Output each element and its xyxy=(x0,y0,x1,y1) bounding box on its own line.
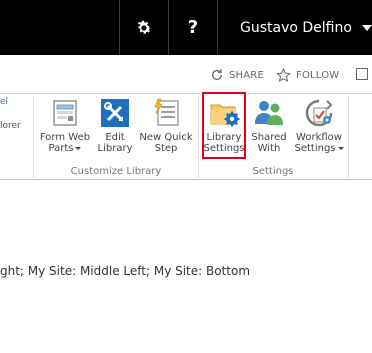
new-quick-step-icon xyxy=(154,98,179,126)
form-web-parts-icon xyxy=(53,100,77,126)
group-separator xyxy=(33,96,34,178)
chevron-down-icon xyxy=(337,146,344,150)
shared-with-icon xyxy=(255,101,283,125)
workflow-settings-button[interactable]: Workflow Settings xyxy=(293,97,345,159)
chevron-down-icon[interactable] xyxy=(362,25,372,31)
customize-library-group-label: Customize Library xyxy=(70,166,162,177)
sharepoint-page: ? Gustavo Delfino SHARE FOLLOW el lorer xyxy=(0,0,372,353)
help-button[interactable]: ? xyxy=(169,0,217,55)
shared-with-label: Shared With xyxy=(251,132,286,154)
label-line: Parts xyxy=(48,143,74,154)
label-line: Settings xyxy=(203,143,245,154)
gear-icon xyxy=(137,20,152,34)
workflow-settings-label: Workflow Settings xyxy=(294,132,344,154)
web-part-zones-text: ght; My Site: Middle Left; My Site: Bott… xyxy=(0,264,251,278)
edit-library-button[interactable]: Edit Library xyxy=(89,97,141,159)
label-line: Workflow xyxy=(296,132,342,143)
library-settings-icon xyxy=(210,104,240,127)
focus-on-content-icon[interactable] xyxy=(356,68,368,80)
share-button[interactable]: SHARE xyxy=(210,66,264,84)
share-label: SHARE xyxy=(229,69,264,81)
help-icon: ? xyxy=(187,17,199,38)
label-line: Step xyxy=(154,143,178,154)
edit-library-icon xyxy=(101,99,129,127)
label-line: Settings xyxy=(294,143,336,154)
new-quick-step-label: New Quick Step xyxy=(139,132,192,154)
ribbon-fragment: lorer xyxy=(0,121,21,131)
label-line: New Quick xyxy=(139,132,193,143)
group-separator xyxy=(348,96,349,178)
star-icon xyxy=(276,67,291,82)
settings-group-label: Settings xyxy=(252,166,294,177)
workflow-settings-icon xyxy=(305,99,333,127)
label-line: Shared xyxy=(251,132,287,143)
follow-label: FOLLOW xyxy=(296,69,340,81)
new-quick-step-button[interactable]: New Quick Step xyxy=(139,97,193,159)
label-line: Library xyxy=(97,143,133,154)
form-web-parts-label: Form Web Parts xyxy=(40,132,90,154)
label-line: Edit xyxy=(105,132,125,143)
settings-button[interactable] xyxy=(120,0,168,55)
library-settings-label: Library Settings xyxy=(203,132,244,154)
form-web-parts-button[interactable]: Form Web Parts xyxy=(39,97,91,159)
chevron-down-icon xyxy=(75,146,82,150)
label-line: With xyxy=(257,143,281,154)
shared-with-button[interactable]: Shared With xyxy=(243,97,295,159)
label-line: Form Web xyxy=(39,132,91,143)
follow-button[interactable]: FOLLOW xyxy=(276,66,339,84)
ribbon-fragment: el xyxy=(0,97,9,107)
suite-separator xyxy=(217,0,218,55)
share-icon xyxy=(211,69,223,80)
label-line: Library xyxy=(206,132,242,143)
edit-library-label: Edit Library xyxy=(98,132,133,154)
user-menu[interactable]: Gustavo Delfino xyxy=(240,0,352,55)
